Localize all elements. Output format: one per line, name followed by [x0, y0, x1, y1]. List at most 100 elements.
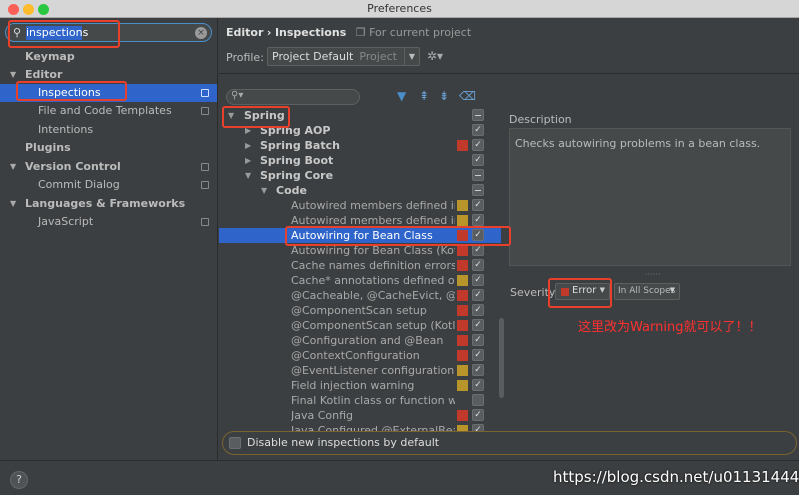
tree-row[interactable]: Autowired members defined in inv ✓	[219, 213, 501, 228]
tree-row[interactable]: Final Kotlin class or function with	[219, 393, 501, 408]
settings-search[interactable]: ⚲ ×	[5, 23, 212, 42]
tree-checkbox[interactable]: ✓	[472, 244, 484, 256]
severity-select[interactable]: Error ▼	[555, 283, 610, 300]
tree-checkbox[interactable]: ✓	[472, 334, 484, 346]
settings-search-input[interactable]	[26, 25, 186, 40]
breadcrumb-scope: ❐ For current project	[355, 26, 472, 39]
severity-warning-icon	[457, 380, 468, 391]
tree-checkbox[interactable]: ✓	[472, 364, 484, 376]
tree-checkbox[interactable]: ✓	[472, 214, 484, 226]
tree-row[interactable]: @EventListener configuration erro ✓	[219, 363, 501, 378]
collapse-all-icon[interactable]: ⇟	[439, 89, 449, 103]
clear-search-icon[interactable]: ×	[195, 27, 207, 39]
tree-row[interactable]: @Configuration and @Bean ✓	[219, 333, 501, 348]
search-icon: ⚲	[13, 26, 22, 39]
nav-item-keymap[interactable]: Keymap	[0, 48, 217, 66]
tree-row[interactable]: Autowiring for Bean Class (Kotlin) ✓	[219, 243, 501, 258]
tree-row[interactable]: ▶ Spring Boot ✓	[219, 153, 501, 168]
chevron-down-icon[interactable]: ▼	[404, 48, 419, 65]
disable-new-inspections-checkbox[interactable]	[229, 437, 241, 449]
tree-row[interactable]: ▶ Spring Batch ✓	[219, 138, 501, 153]
breadcrumb-current: Inspections	[274, 26, 347, 39]
nav-item-editor[interactable]: ▼ Editor	[0, 66, 217, 84]
scope-value: In All Scopes	[618, 286, 676, 296]
tree-checkbox[interactable]: ✓	[472, 229, 484, 241]
expand-arrow-icon[interactable]: ▼	[10, 195, 16, 213]
tree-row[interactable]: @ContextConfiguration ✓	[219, 348, 501, 363]
inspection-filter-input[interactable]: ⚲▾	[226, 89, 360, 105]
tree-row[interactable]: Autowired members defined in inv ✓	[219, 198, 501, 213]
tree-row[interactable]: ▼ Spring	[219, 108, 501, 123]
tree-checkbox[interactable]: ✓	[472, 319, 484, 331]
tree-checkbox[interactable]: ✓	[472, 349, 484, 361]
tree-checkbox[interactable]: ✓	[472, 259, 484, 271]
tree-row[interactable]: @Cacheable, @CacheEvict, @Cach ✓	[219, 288, 501, 303]
search-icon: ⚲▾	[231, 90, 244, 101]
tree-checkbox[interactable]: ✓	[472, 274, 484, 286]
expand-arrow-icon[interactable]: ▼	[245, 168, 251, 183]
expand-arrow-icon[interactable]: ▼	[10, 66, 16, 84]
tree-scrollbar[interactable]	[499, 318, 504, 398]
tree-checkbox[interactable]: ✓	[472, 199, 484, 211]
tree-checkbox[interactable]	[472, 109, 484, 121]
expand-arrow-icon[interactable]: ▶	[245, 153, 251, 168]
nav-item-javascript[interactable]: JavaScript	[0, 213, 217, 231]
tree-row[interactable]: ▼ Spring Core	[219, 168, 501, 183]
tree-checkbox[interactable]: ✓	[472, 289, 484, 301]
tree-checkbox[interactable]: ✓	[472, 154, 484, 166]
tree-checkbox[interactable]	[472, 394, 484, 406]
tree-row[interactable]: Cache names definition errors ✓	[219, 258, 501, 273]
nav-label: Keymap	[25, 50, 75, 63]
severity-error-icon	[457, 260, 468, 271]
tree-checkbox[interactable]	[472, 184, 484, 196]
project-scope-icon	[201, 218, 209, 226]
expand-arrow-icon[interactable]: ▼	[261, 183, 267, 198]
tree-checkbox[interactable]: ✓	[472, 124, 484, 136]
expand-arrow-icon[interactable]: ▼	[228, 108, 234, 123]
tree-checkbox[interactable]: ✓	[472, 139, 484, 151]
tree-row[interactable]: @ComponentScan setup (Kotlin) ✓	[219, 318, 501, 333]
splitter-handle[interactable]: ······	[645, 270, 660, 279]
severity-error-icon	[561, 288, 569, 296]
disable-new-inspections-row: Disable new inspections by default	[222, 431, 797, 455]
nav-item-file-and-code-templates[interactable]: File and Code Templates	[0, 102, 217, 120]
expand-arrow-icon[interactable]: ▶	[245, 123, 251, 138]
expand-all-icon[interactable]: ⇞	[419, 89, 429, 103]
filter-icon[interactable]: ▼	[397, 89, 406, 103]
nav-item-inspections[interactable]: Inspections	[0, 84, 217, 102]
profile-label: Profile:	[226, 51, 264, 64]
breadcrumb: Editor › Inspections ❐ For current proje…	[226, 26, 471, 39]
help-button[interactable]: ?	[10, 471, 28, 489]
nav-item-version-control[interactable]: ▼ Version Control	[0, 158, 217, 176]
expand-arrow-icon[interactable]: ▶	[245, 138, 251, 153]
profile-select[interactable]: Project Default Project ▼	[267, 47, 420, 66]
nav-item-intentions[interactable]: Intentions	[0, 121, 217, 139]
tree-row[interactable]: ▼ Code	[219, 183, 501, 198]
tree-row-selected[interactable]: Autowiring for Bean Class ✓	[219, 228, 501, 243]
description-label: Description	[509, 113, 572, 126]
tree-checkbox[interactable]	[472, 169, 484, 181]
tree-checkbox[interactable]: ✓	[472, 409, 484, 421]
settings-sidebar: ⚲ × Keymap ▼ Editor Inspections File and…	[0, 18, 218, 460]
gear-icon[interactable]: ✲▾	[427, 49, 443, 63]
tree-row[interactable]: Cache* annotations defined on int ✓	[219, 273, 501, 288]
nav-label: Languages & Frameworks	[25, 197, 186, 210]
nav-item-commit-dialog[interactable]: Commit Dialog	[0, 176, 217, 194]
tree-row[interactable]: ▶ Spring AOP ✓	[219, 123, 501, 138]
nav-item-plugins[interactable]: Plugins	[0, 139, 217, 157]
inspections-panel: Editor › Inspections ❐ For current proje…	[219, 18, 799, 460]
severity-warning-icon	[457, 200, 468, 211]
nav-label: JavaScript	[38, 215, 94, 228]
reset-to-default-icon[interactable]: ⌫	[459, 89, 476, 103]
nav-item-languages-frameworks[interactable]: ▼ Languages & Frameworks	[0, 195, 217, 213]
tree-checkbox[interactable]: ✓	[472, 304, 484, 316]
window-title: Preferences	[367, 2, 432, 15]
expand-arrow-icon[interactable]: ▼	[10, 158, 16, 176]
breadcrumb-separator: ›	[266, 26, 272, 39]
scope-select[interactable]: In All Scopes ▼	[614, 283, 680, 300]
tree-checkbox[interactable]: ✓	[472, 379, 484, 391]
tree-row[interactable]: @ComponentScan setup ✓	[219, 303, 501, 318]
disable-new-inspections-label[interactable]: Disable new inspections by default	[247, 436, 439, 449]
tree-row[interactable]: Java Config ✓	[219, 408, 501, 423]
tree-row[interactable]: Field injection warning ✓	[219, 378, 501, 393]
